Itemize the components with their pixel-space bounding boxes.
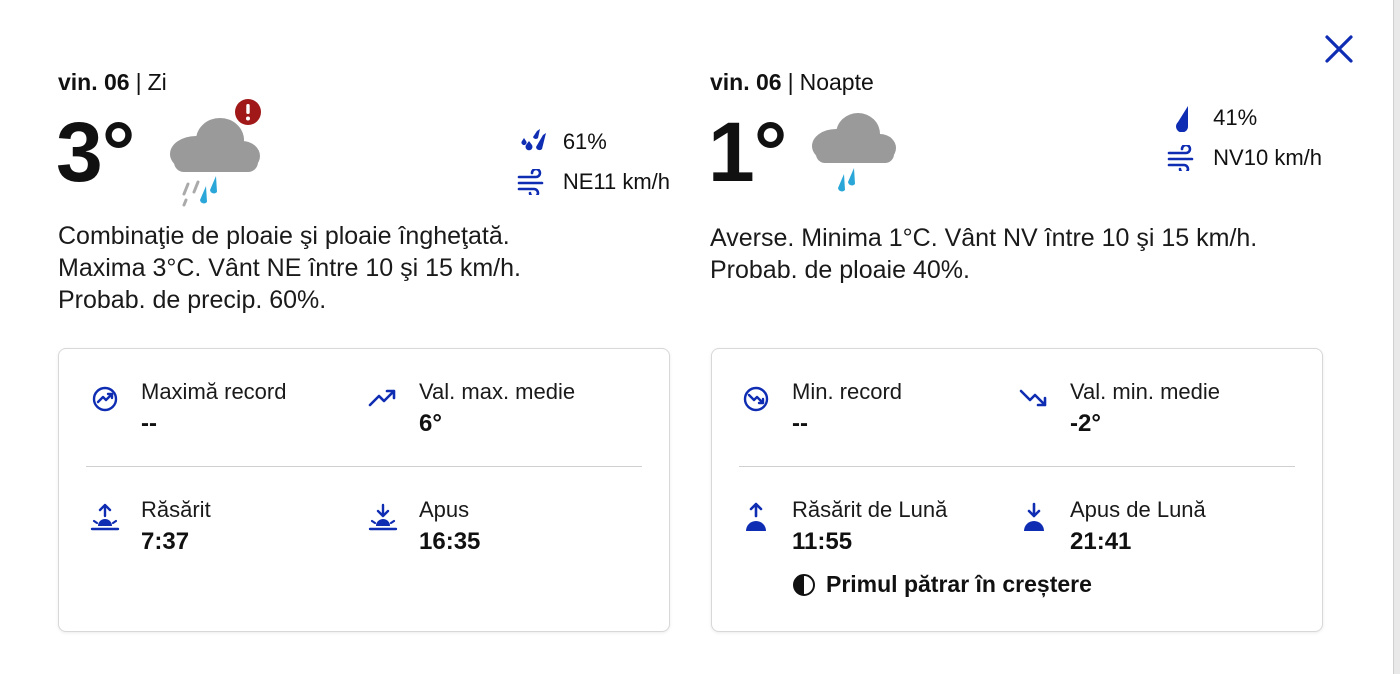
day-details-card: Maximă record -- Val. max. medie 6° Răsă… bbox=[58, 348, 670, 632]
night-moonset-value: 21:41 bbox=[1070, 528, 1132, 555]
night-moonrise-label: Răsărit de Lună bbox=[792, 497, 948, 522]
night-record-label: Min. record bbox=[792, 379, 903, 404]
day-sunrise-value: 7:37 bbox=[141, 528, 190, 555]
moon-phase-icon bbox=[792, 572, 818, 598]
day-date: vin. 06 bbox=[58, 69, 130, 95]
cloud-rain-icon bbox=[806, 102, 906, 207]
night-precip: 41% bbox=[1165, 98, 1322, 138]
trend-down-icon bbox=[1018, 383, 1050, 415]
day-period: Zi bbox=[147, 69, 167, 95]
day-average-value: 6° bbox=[419, 410, 442, 437]
night-period: Noapte bbox=[799, 69, 874, 95]
sunset-icon bbox=[367, 501, 399, 533]
day-sunset-value: 16:35 bbox=[419, 528, 481, 555]
day-wind-value: NE11 km/h bbox=[562, 169, 670, 194]
sunrise-icon bbox=[89, 501, 121, 533]
day-sunset-label: Apus bbox=[419, 497, 470, 522]
night-details-card: Min. record -- Val. min. medie -2° Răsăr… bbox=[711, 348, 1323, 632]
night-average-label: Val. min. medie bbox=[1070, 379, 1220, 404]
day-wind: NE11 km/h bbox=[515, 162, 670, 202]
day-stats: 61% NE11 km/h bbox=[515, 122, 670, 202]
day-date-heading: vin. 06 | Zi bbox=[58, 66, 670, 98]
day-average-label: Val. max. medie bbox=[419, 379, 576, 404]
day-separator: | bbox=[135, 69, 142, 95]
day-sunset: Apus 16:35 bbox=[367, 495, 627, 565]
wind-icon bbox=[515, 167, 549, 197]
night-average-low: Val. min. medie -2° bbox=[1018, 377, 1278, 447]
day-record-high: Maximă record -- bbox=[89, 377, 349, 447]
night-moonrise-value: 11:55 bbox=[792, 528, 853, 555]
day-record-label: Maximă record bbox=[141, 379, 287, 404]
scrollbar-track[interactable] bbox=[1393, 0, 1400, 674]
day-temperature: 3° bbox=[56, 105, 135, 199]
night-summary: Averse. Minima 1°C. Vânt NV între 10 şi … bbox=[710, 224, 1258, 284]
night-record-value: -- bbox=[792, 410, 808, 437]
alert-icon[interactable] bbox=[234, 98, 262, 131]
night-temperature: 1° bbox=[708, 105, 787, 199]
precip-icon bbox=[515, 127, 549, 157]
day-average-high: Val. max. medie 6° bbox=[367, 377, 627, 447]
night-date-heading: vin. 06 | Noapte bbox=[710, 66, 1322, 98]
moonset-icon bbox=[1018, 501, 1050, 533]
day-sunrise-label: Răsărit bbox=[141, 497, 211, 522]
raindrop-icon bbox=[1165, 103, 1199, 133]
moonrise-icon bbox=[740, 501, 772, 533]
day-sunrise: Răsărit 7:37 bbox=[89, 495, 349, 565]
day-summary: Combinaţie de ploaie şi ploaie îngheţată… bbox=[58, 222, 521, 314]
weather-day-detail-panel: vin. 06 | Zi 3° 61% NE11 km/h Combinaţie… bbox=[0, 0, 1400, 674]
trend-up-icon bbox=[367, 383, 399, 415]
night-moonset-label: Apus de Lună bbox=[1070, 497, 1206, 522]
day-forecast-section: vin. 06 | Zi 3° 61% NE11 km/h Combinaţie… bbox=[56, 66, 670, 316]
wind-icon bbox=[1165, 143, 1199, 173]
close-button[interactable] bbox=[1320, 30, 1358, 68]
day-card-divider bbox=[86, 466, 642, 467]
close-icon bbox=[1325, 35, 1353, 63]
moon-phase: Primul pătrar în creștere bbox=[792, 571, 1092, 598]
night-wind: NV10 km/h bbox=[1165, 138, 1322, 178]
day-precip: 61% bbox=[515, 122, 670, 162]
night-moonset: Apus de Lună 21:41 bbox=[1018, 495, 1278, 565]
night-separator: | bbox=[787, 69, 794, 95]
night-wind-value: NV10 km/h bbox=[1213, 145, 1322, 170]
night-stats: 41% NV10 km/h bbox=[1165, 98, 1322, 178]
night-precip-value: 41% bbox=[1213, 105, 1258, 130]
night-card-divider bbox=[739, 466, 1295, 467]
day-record-value: -- bbox=[141, 410, 157, 437]
moon-phase-label: Primul pătrar în creștere bbox=[826, 571, 1092, 597]
night-moonrise: Răsărit de Lună 11:55 bbox=[740, 495, 1000, 565]
day-precip-value: 61% bbox=[562, 129, 607, 154]
night-record-low: Min. record -- bbox=[740, 377, 1000, 447]
record-low-icon bbox=[740, 383, 772, 415]
night-average-value: -2° bbox=[1070, 410, 1101, 437]
record-high-icon bbox=[89, 383, 121, 415]
night-forecast-section: vin. 06 | Noapte 1° 41% NV10 km/h Averse… bbox=[708, 66, 1322, 286]
night-date: vin. 06 bbox=[710, 69, 782, 95]
